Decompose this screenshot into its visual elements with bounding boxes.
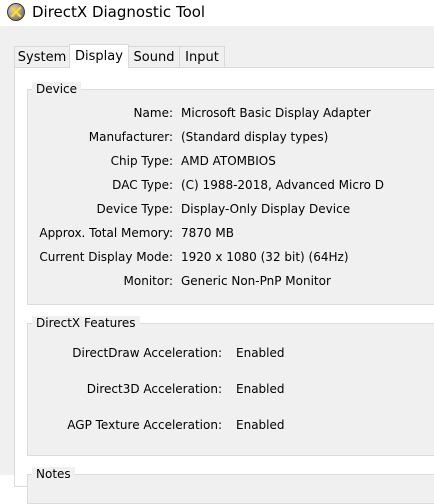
agp-texture-label: AGP Texture Acceleration: — [67, 418, 222, 432]
directdraw-value: Enabled — [236, 346, 285, 360]
chip-type-value: AMD ATOMBIOS — [181, 154, 276, 168]
directx-features-group-title: DirectX Features — [32, 316, 140, 330]
direct3d-value: Enabled — [236, 382, 285, 396]
agp-texture-value: Enabled — [236, 418, 285, 432]
device-name-value: Microsoft Basic Display Adapter — [181, 106, 371, 120]
monitor-label: Monitor: — [123, 274, 173, 288]
direct3d-label: Direct3D Acceleration: — [86, 382, 222, 396]
display-mode-value: 1920 x 1080 (32 bit) (64Hz) — [181, 250, 349, 264]
tab-system[interactable]: System — [14, 46, 70, 68]
display-mode-label: Current Display Mode: — [39, 250, 173, 264]
tab-sound[interactable]: Sound — [128, 46, 180, 68]
title-bar: DirectX Diagnostic Tool — [0, 0, 434, 26]
notes-group-title: Notes — [32, 467, 75, 481]
manufacturer-label: Manufacturer: — [88, 130, 173, 144]
dac-type-label: DAC Type: — [112, 178, 173, 192]
dac-type-value: (C) 1988-2018, Advanced Micro D — [181, 178, 385, 192]
window-title: DirectX Diagnostic Tool — [32, 3, 206, 21]
monitor-value: Generic Non-PnP Monitor — [181, 274, 331, 288]
device-group-title: Device — [32, 82, 82, 96]
device-name-label: Name: — [133, 106, 173, 120]
directdraw-label: DirectDraw Acceleration: — [72, 346, 222, 360]
device-type-value: Display-Only Display Device — [181, 202, 351, 216]
notes-groupbox — [27, 474, 434, 504]
tab-input[interactable]: Input — [179, 46, 225, 68]
total-memory-value: 7870 MB — [181, 226, 234, 240]
tab-display[interactable]: Display — [69, 44, 129, 68]
directx-logo-icon — [7, 3, 25, 21]
chip-type-label: Chip Type: — [110, 154, 173, 168]
device-type-label: Device Type: — [96, 202, 173, 216]
device-groupbox — [27, 89, 434, 305]
total-memory-label: Approx. Total Memory: — [39, 226, 173, 240]
manufacturer-value: (Standard display types) — [181, 130, 329, 144]
